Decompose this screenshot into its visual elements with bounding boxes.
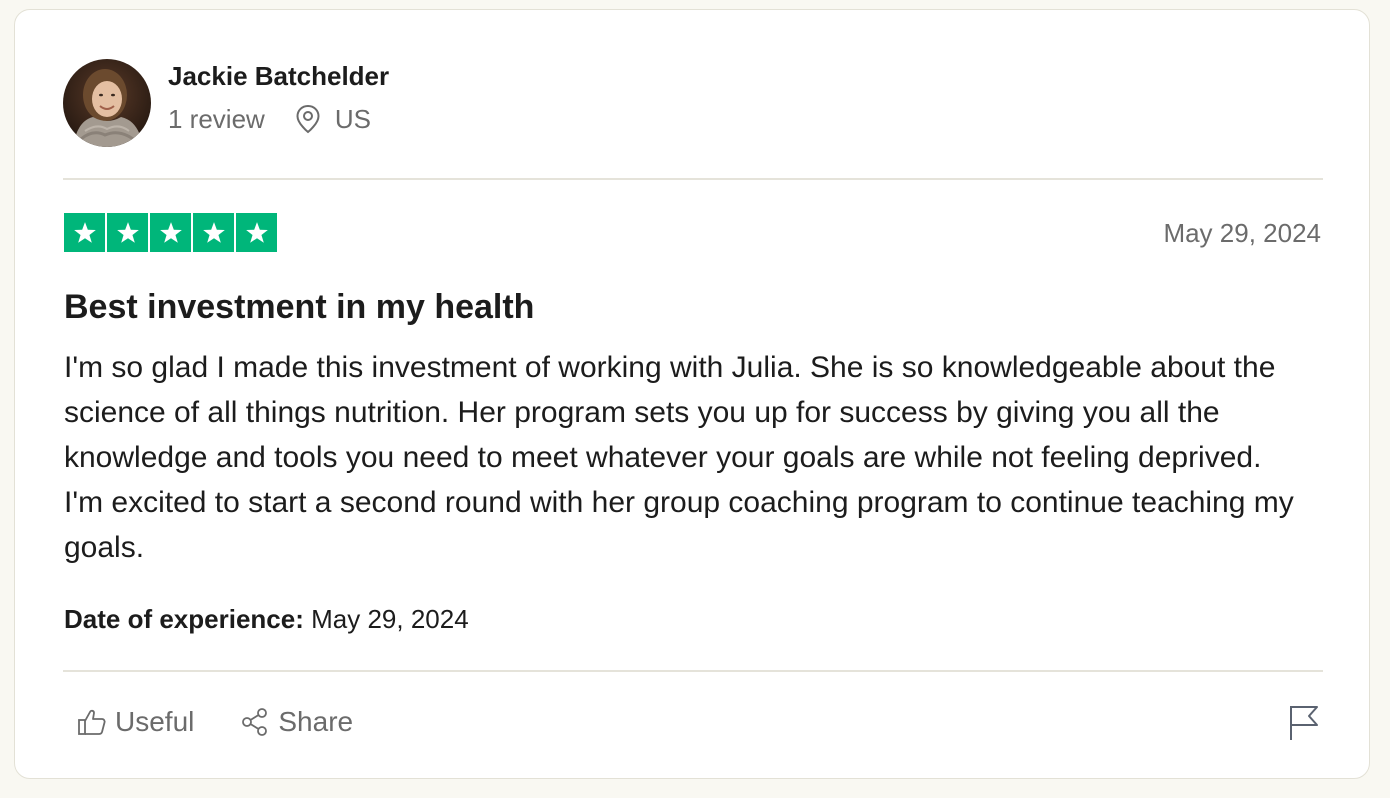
reviewer-info: Jackie Batchelder 1 review US (168, 61, 389, 135)
divider (63, 670, 1323, 672)
experience-date: May 29, 2024 (311, 604, 469, 634)
divider (63, 178, 1323, 180)
star-rating (64, 213, 277, 252)
review-card: Jackie Batchelder 1 review US May 29, 20… (14, 9, 1370, 779)
star-icon (64, 213, 105, 252)
star-icon (236, 213, 277, 252)
review-date: May 29, 2024 (1163, 218, 1321, 248)
star-icon (107, 213, 148, 252)
reviewer-country: US (334, 104, 371, 134)
thumbs-up-icon (78, 709, 106, 735)
review-body: I'm so glad I made this investment of wo… (64, 351, 1294, 564)
reviewer-meta: 1 review US (168, 103, 389, 135)
share-label: Share (278, 706, 354, 737)
reviewer-name[interactable]: Jackie Batchelder (168, 59, 389, 93)
review-title[interactable]: Best investment in my health (64, 286, 534, 328)
report-flag-icon[interactable] (1287, 704, 1321, 742)
share-icon (242, 708, 268, 736)
share-button[interactable]: Share (240, 704, 353, 740)
location-pin-icon (295, 104, 321, 134)
avatar[interactable] (63, 59, 151, 147)
useful-label: Useful (115, 706, 195, 737)
star-icon (193, 213, 234, 252)
review-count: 1 review (168, 104, 265, 134)
reviewer-header: Jackie Batchelder 1 review US (63, 58, 389, 148)
useful-button[interactable]: Useful (77, 704, 194, 740)
date-of-experience: Date of experience: May 29, 2024 (64, 602, 469, 636)
review-actions: Useful Share (77, 704, 353, 740)
star-icon (150, 213, 191, 252)
experience-label: Date of experience: (64, 604, 304, 634)
